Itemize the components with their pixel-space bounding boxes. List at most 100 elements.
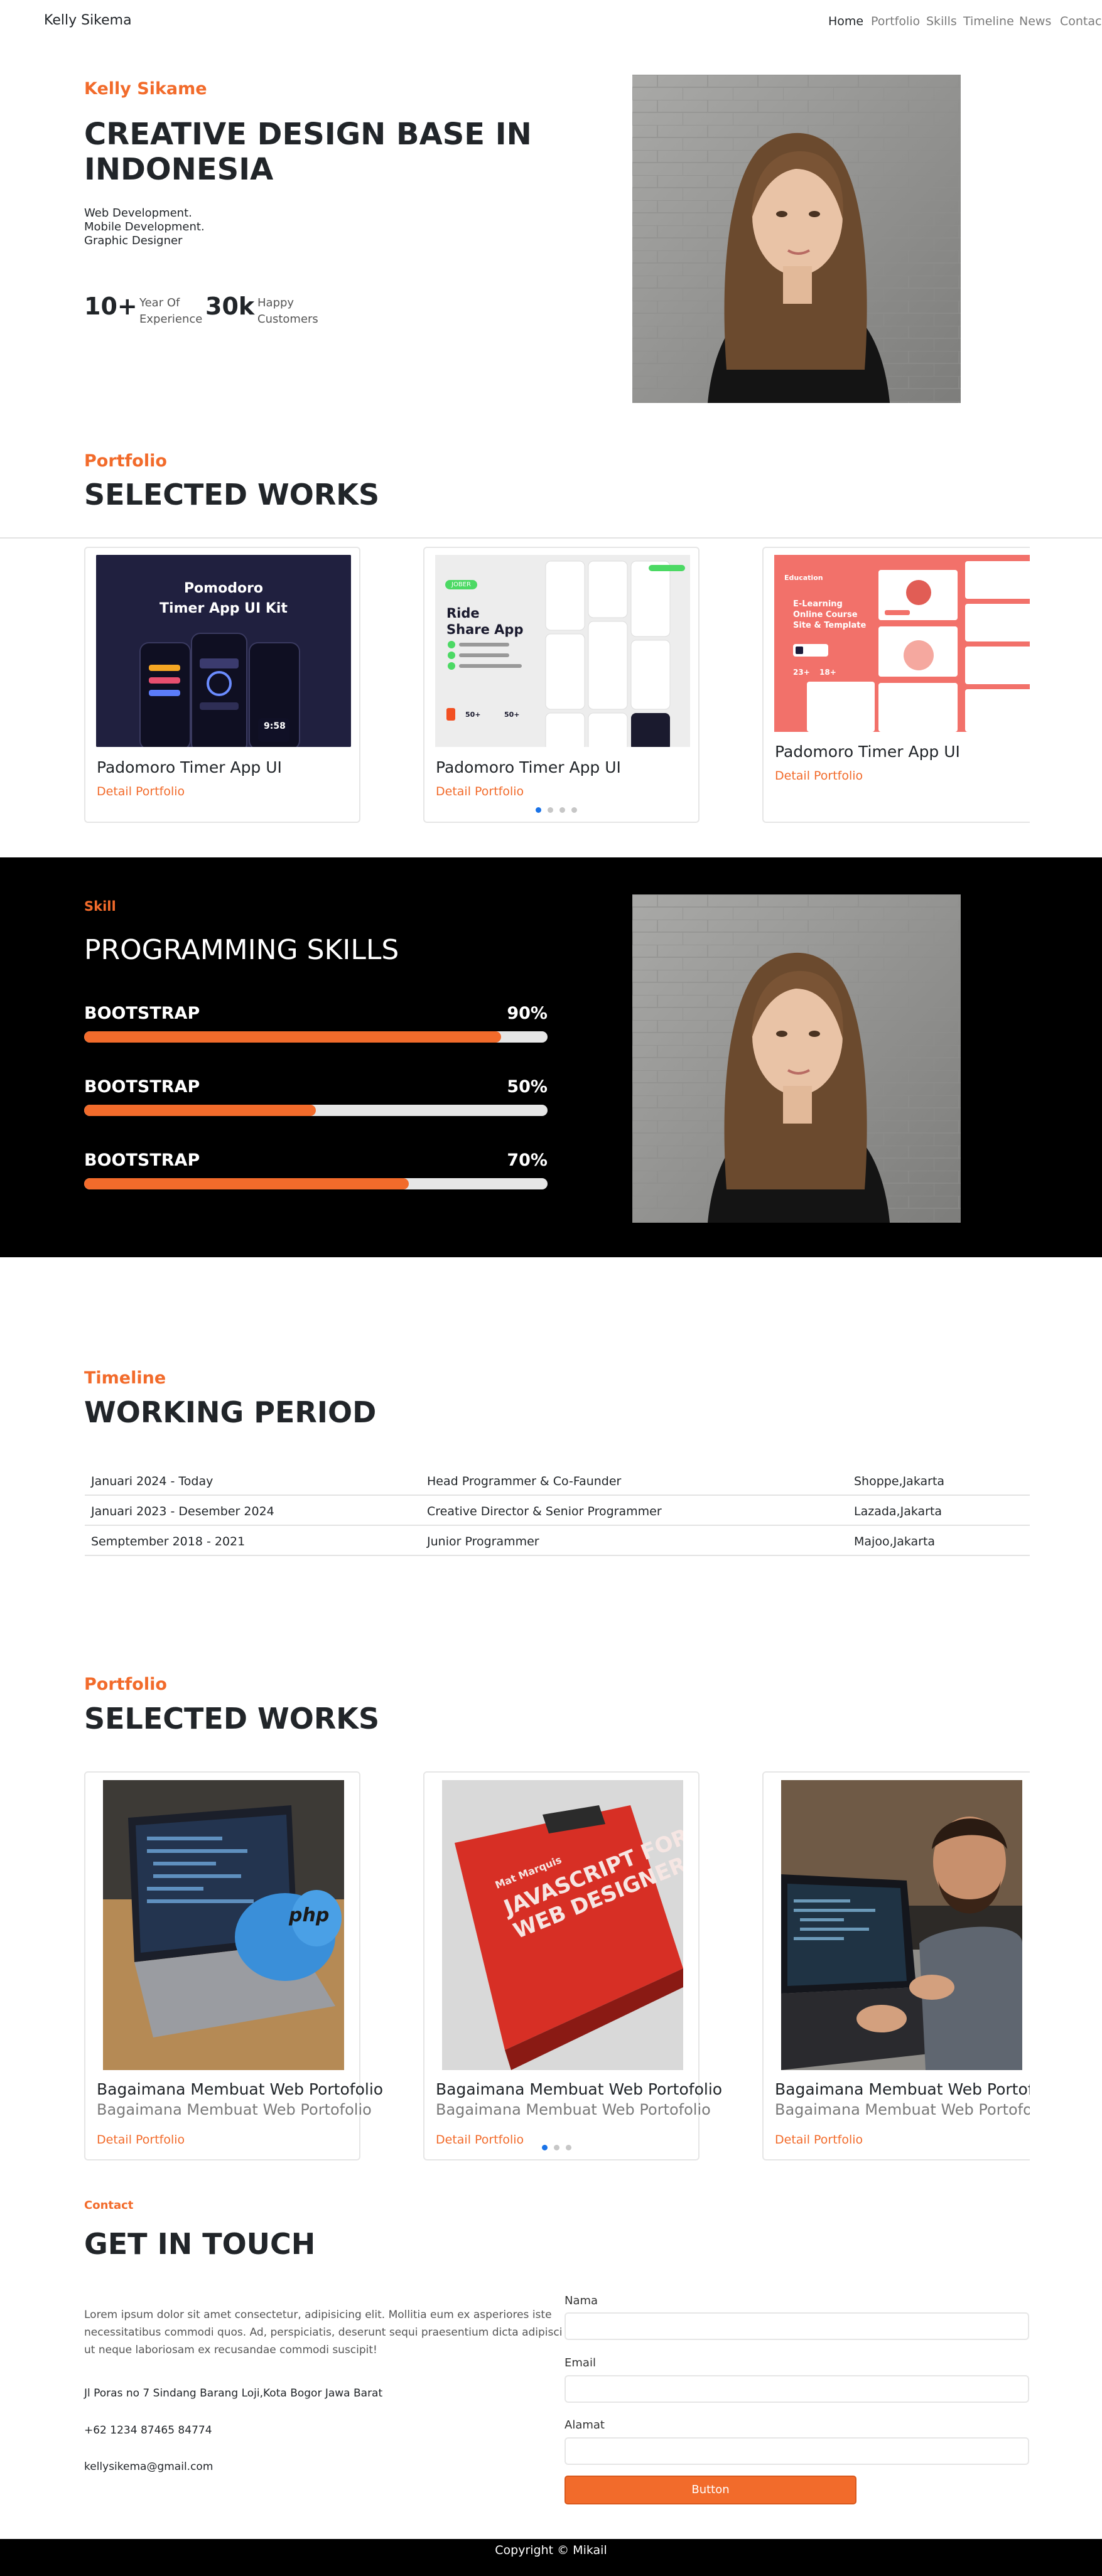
address-field[interactable] bbox=[565, 2437, 1029, 2465]
news-card[interactable]: Bagaimana Membuat Web Portofolio Bagaima… bbox=[762, 1771, 1030, 2160]
contact-eyebrow: Contact bbox=[84, 2199, 134, 2212]
portfolio-card-link[interactable]: Detail Portfolio bbox=[97, 785, 185, 798]
timeline-row: Semptember 2018 - 2021 Junior Programmer… bbox=[85, 1526, 1030, 1556]
timeline-role: Head Programmer & Co-Faunder bbox=[427, 1474, 622, 1488]
skill-name: BOOTSTRAP bbox=[84, 1077, 200, 1097]
timeline-company: Lazada,Jakarta bbox=[854, 1505, 943, 1518]
portfolio-card[interactable]: Pomodoro Timer App UI Kit 9:58 Padomoro … bbox=[84, 547, 360, 823]
skill-progress-fill bbox=[84, 1105, 316, 1116]
news-card-title: Bagaimana Membuat Web Portofolio bbox=[775, 2080, 1030, 2098]
carousel-indicator[interactable] bbox=[548, 807, 553, 813]
news-card-link[interactable]: Detail Portfolio bbox=[97, 2133, 185, 2147]
contact-email: kellysikema@gmail.com bbox=[84, 2461, 213, 2473]
portfolio-card[interactable]: JOBER Ride Share App 50+ 50+ Padomoro Ti… bbox=[423, 547, 700, 823]
portfolio-card-link[interactable]: Detail Portfolio bbox=[775, 769, 863, 783]
carousel-indicator[interactable] bbox=[559, 807, 565, 813]
thumb-stat: 23+ bbox=[793, 668, 810, 677]
thumb-badge: JOBER bbox=[445, 580, 477, 589]
name-field-label: Nama bbox=[565, 2294, 598, 2307]
hero-headline: CREATIVE DESIGN BASE IN INDONESIA bbox=[84, 117, 532, 187]
contact-intro-line: ut neque laboriosam ex recusandae commod… bbox=[84, 2344, 377, 2356]
hero-headline-line-1: CREATIVE DESIGN BASE IN bbox=[84, 117, 532, 152]
contact-phone: +62 1234 87465 84774 bbox=[84, 2424, 212, 2437]
nav-link-skills[interactable]: Skills bbox=[926, 14, 957, 28]
portfolio-card-title: Padomoro Timer App UI bbox=[436, 758, 621, 776]
hero-name: Kelly Sikame bbox=[84, 79, 207, 99]
timeline-row: Januari 2024 - Today Head Programmer & C… bbox=[85, 1466, 1030, 1496]
thumb-title: Pomodoro bbox=[183, 581, 264, 596]
portfolio-card-title: Padomoro Timer App UI bbox=[97, 758, 282, 776]
hero-role: Web Development. bbox=[84, 207, 192, 220]
thumb-time: 9:58 bbox=[264, 721, 286, 731]
email-field[interactable] bbox=[565, 2375, 1029, 2403]
news-thumb-developer bbox=[781, 1780, 1022, 2070]
news-card-link[interactable]: Detail Portfolio bbox=[436, 2133, 524, 2147]
nav-link-news[interactable]: News bbox=[1019, 14, 1051, 28]
footer-copyright: Copyright © Mikail bbox=[495, 2543, 607, 2557]
brand-logo[interactable]: Kelly Sikema bbox=[44, 13, 132, 28]
contact-title: GET IN TOUCH bbox=[84, 2227, 316, 2261]
portfolio-card-clip: Education E-Learning Online Course Site … bbox=[762, 547, 1030, 823]
news-card-subtitle: Bagaimana Membuat Web Portofolio bbox=[97, 2101, 372, 2118]
news-title: SELECTED WORKS bbox=[84, 1702, 380, 1736]
timeline-company: Shoppe,Jakarta bbox=[854, 1474, 945, 1488]
news-card-link[interactable]: Detail Portfolio bbox=[775, 2133, 863, 2147]
thumb-brand: Education bbox=[784, 574, 823, 582]
news-card-subtitle: Bagaimana Membuat Web Portofolio bbox=[775, 2101, 1030, 2118]
portfolio-eyebrow: Portfolio bbox=[84, 451, 167, 471]
news-card-clip: Bagaimana Membuat Web Portofolio Bagaima… bbox=[762, 1771, 1030, 2160]
skill-progress-fill bbox=[84, 1178, 409, 1189]
news-eyebrow: Portfolio bbox=[84, 1675, 167, 1694]
news-card-title: Bagaimana Membuat Web Portofolio bbox=[436, 2080, 723, 2098]
nav-link-portfolio[interactable]: Portfolio bbox=[871, 14, 920, 28]
hero-roles: Web Development. Mobile Development. Gra… bbox=[84, 207, 205, 248]
stat-label-line: Experience bbox=[139, 313, 203, 326]
portfolio-thumb-rideshare: JOBER Ride Share App 50+ 50+ bbox=[435, 555, 690, 747]
portfolio-card[interactable]: Education E-Learning Online Course Site … bbox=[762, 547, 1030, 823]
timeline-row: Januari 2023 - Desember 2024 Creative Di… bbox=[85, 1496, 1030, 1526]
thumb-caption: E-Learning Online Course Site & Template bbox=[793, 599, 866, 631]
news-card[interactable]: Mat Marquis JAVASCRIPT FOR WEB DESIGNERS… bbox=[423, 1771, 722, 2160]
news-card[interactable]: php Bagaimana Membuat Web Portofolio Bag… bbox=[84, 1771, 383, 2160]
skills-eyebrow: Skill bbox=[84, 899, 116, 914]
thumb-title: E-Learning bbox=[793, 599, 843, 609]
news-thumb-php-laptop: php bbox=[103, 1780, 344, 2070]
thumb-title: Online Course bbox=[793, 610, 858, 620]
skill-percent: 90% bbox=[507, 1004, 548, 1023]
section-divider bbox=[0, 537, 1102, 539]
skill-progress-bar bbox=[84, 1031, 548, 1043]
thumb-caption: Pomodoro Timer App UI Kit bbox=[96, 579, 351, 619]
timeline-period: Januari 2023 - Desember 2024 bbox=[91, 1505, 274, 1518]
timeline-eyebrow: Timeline bbox=[84, 1368, 166, 1388]
skill-progress-bar bbox=[84, 1105, 548, 1116]
skills-section: Skill PROGRAMMING SKILLS BOOTSTRAP 90% B… bbox=[0, 857, 1102, 1257]
footer: Copyright © Mikail bbox=[0, 2539, 1102, 2576]
carousel-indicator[interactable] bbox=[571, 807, 577, 813]
name-field[interactable] bbox=[565, 2312, 1029, 2340]
nav-link-home[interactable]: Home bbox=[828, 14, 863, 28]
timeline-role: Creative Director & Senior Programmer bbox=[427, 1505, 662, 1518]
submit-button[interactable]: Button bbox=[565, 2476, 856, 2504]
hero-headline-line-2: INDONESIA bbox=[84, 152, 274, 187]
timeline-company: Majoo,Jakarta bbox=[854, 1535, 936, 1548]
carousel-indicator[interactable] bbox=[554, 2145, 559, 2150]
timeline-period: Semptember 2018 - 2021 bbox=[91, 1535, 246, 1548]
nav-link-contact[interactable]: Contact bbox=[1060, 14, 1102, 28]
hero-portrait-image bbox=[632, 75, 961, 403]
carousel-indicator[interactable] bbox=[542, 2145, 548, 2150]
address-field-label: Alamat bbox=[565, 2418, 605, 2432]
portfolio-title: SELECTED WORKS bbox=[84, 478, 380, 512]
hero-role: Graphic Designer bbox=[84, 234, 183, 247]
timeline-title: WORKING PERIOD bbox=[84, 1395, 377, 1429]
nav-link-timeline[interactable]: Timeline bbox=[963, 14, 1014, 28]
carousel-indicator[interactable] bbox=[566, 2145, 571, 2150]
skills-title: PROGRAMMING SKILLS bbox=[84, 934, 399, 966]
carousel-indicator[interactable] bbox=[536, 807, 541, 813]
portfolio-card-link[interactable]: Detail Portfolio bbox=[436, 785, 524, 798]
portfolio-thumb-elearning: Education E-Learning Online Course Site … bbox=[774, 555, 1030, 732]
email-field-label: Email bbox=[565, 2356, 596, 2369]
skill-progress-bar bbox=[84, 1178, 548, 1189]
portfolio-card-title: Padomoro Timer App UI bbox=[775, 743, 960, 761]
thumb-stat: 50+ bbox=[504, 711, 520, 719]
hero-role: Mobile Development. bbox=[84, 220, 205, 233]
